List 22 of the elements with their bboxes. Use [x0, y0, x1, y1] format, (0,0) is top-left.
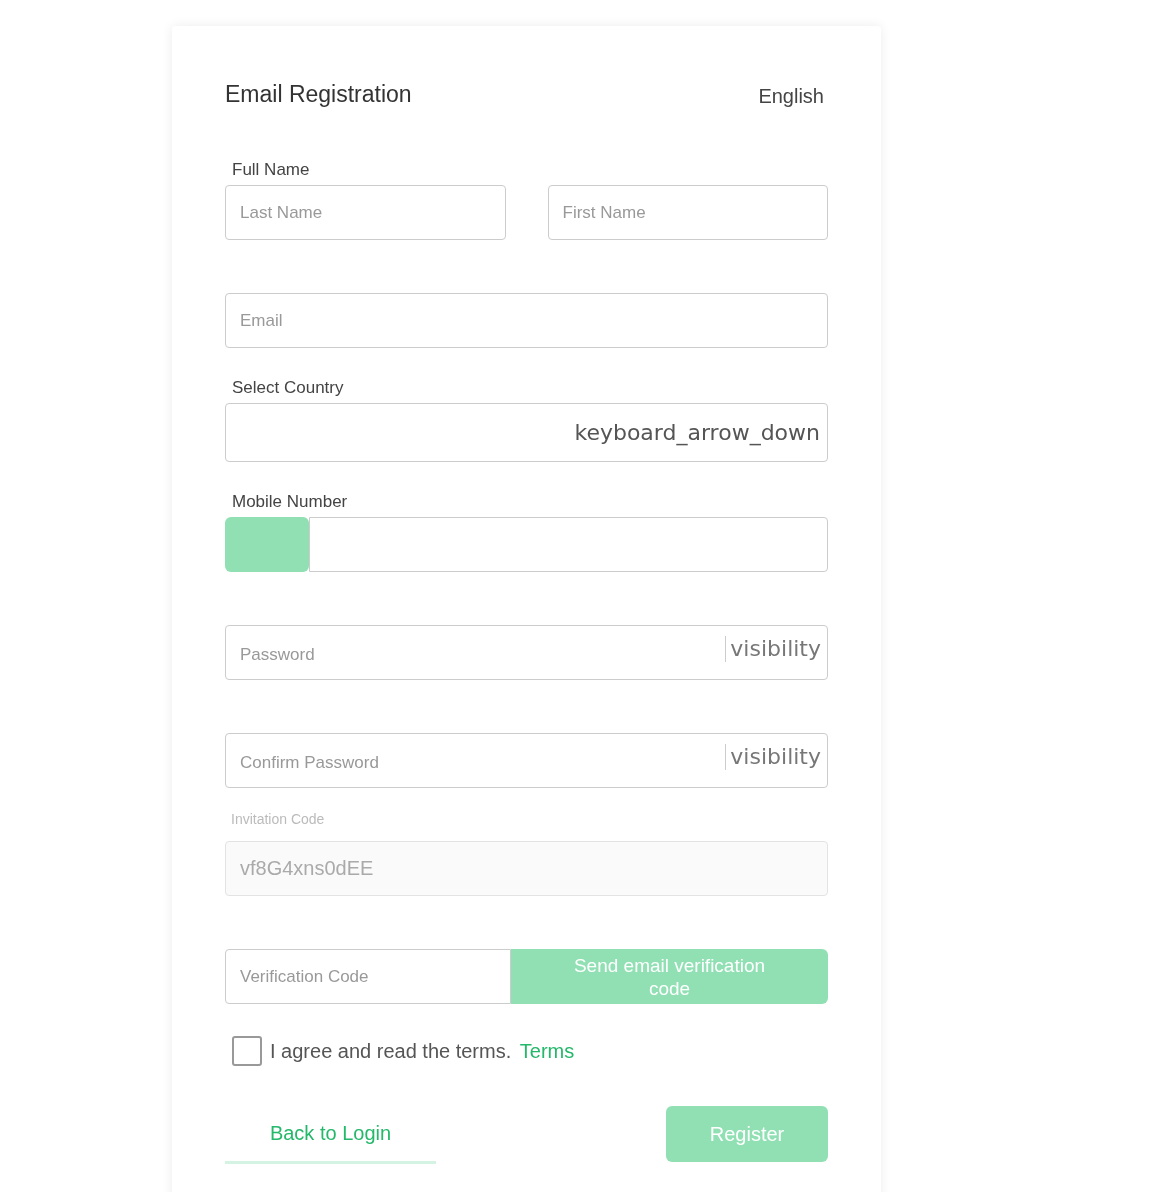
input-field[interactable]: Email	[225, 293, 828, 348]
field-label: Select Country	[232, 378, 345, 398]
input-field[interactable]: First Name	[547, 185, 828, 240]
agree-checkbox[interactable]	[232, 1036, 262, 1066]
input-field[interactable]: Verification Code	[225, 949, 511, 1004]
country-select[interactable]: keyboard_arrow_down	[225, 403, 828, 462]
form-title: Email Registration	[225, 80, 412, 108]
visibility-toggle[interactable]: visibility	[725, 636, 827, 662]
agree-text: I agree and read the terms. Terms	[270, 1039, 575, 1063]
password-field[interactable]: Confirm Password visibility	[225, 733, 828, 788]
language-selector[interactable]: English	[758, 84, 828, 108]
field-label: Full Name	[232, 160, 311, 180]
phone-input[interactable]	[309, 517, 828, 572]
dropdown-arrow: keyboard_arrow_down	[574, 420, 820, 445]
visibility-toggle[interactable]: visibility	[725, 744, 827, 770]
back-to-login-link[interactable]: Back to Login	[225, 1106, 436, 1164]
terms-link[interactable]: Terms	[519, 1039, 575, 1062]
field-label: Mobile Number	[232, 492, 349, 512]
country-code-button[interactable]	[225, 517, 309, 572]
input-field[interactable]: Last Name	[225, 185, 506, 240]
field-label: Invitation Code	[231, 810, 326, 828]
password-field[interactable]: Password visibility	[225, 625, 828, 680]
